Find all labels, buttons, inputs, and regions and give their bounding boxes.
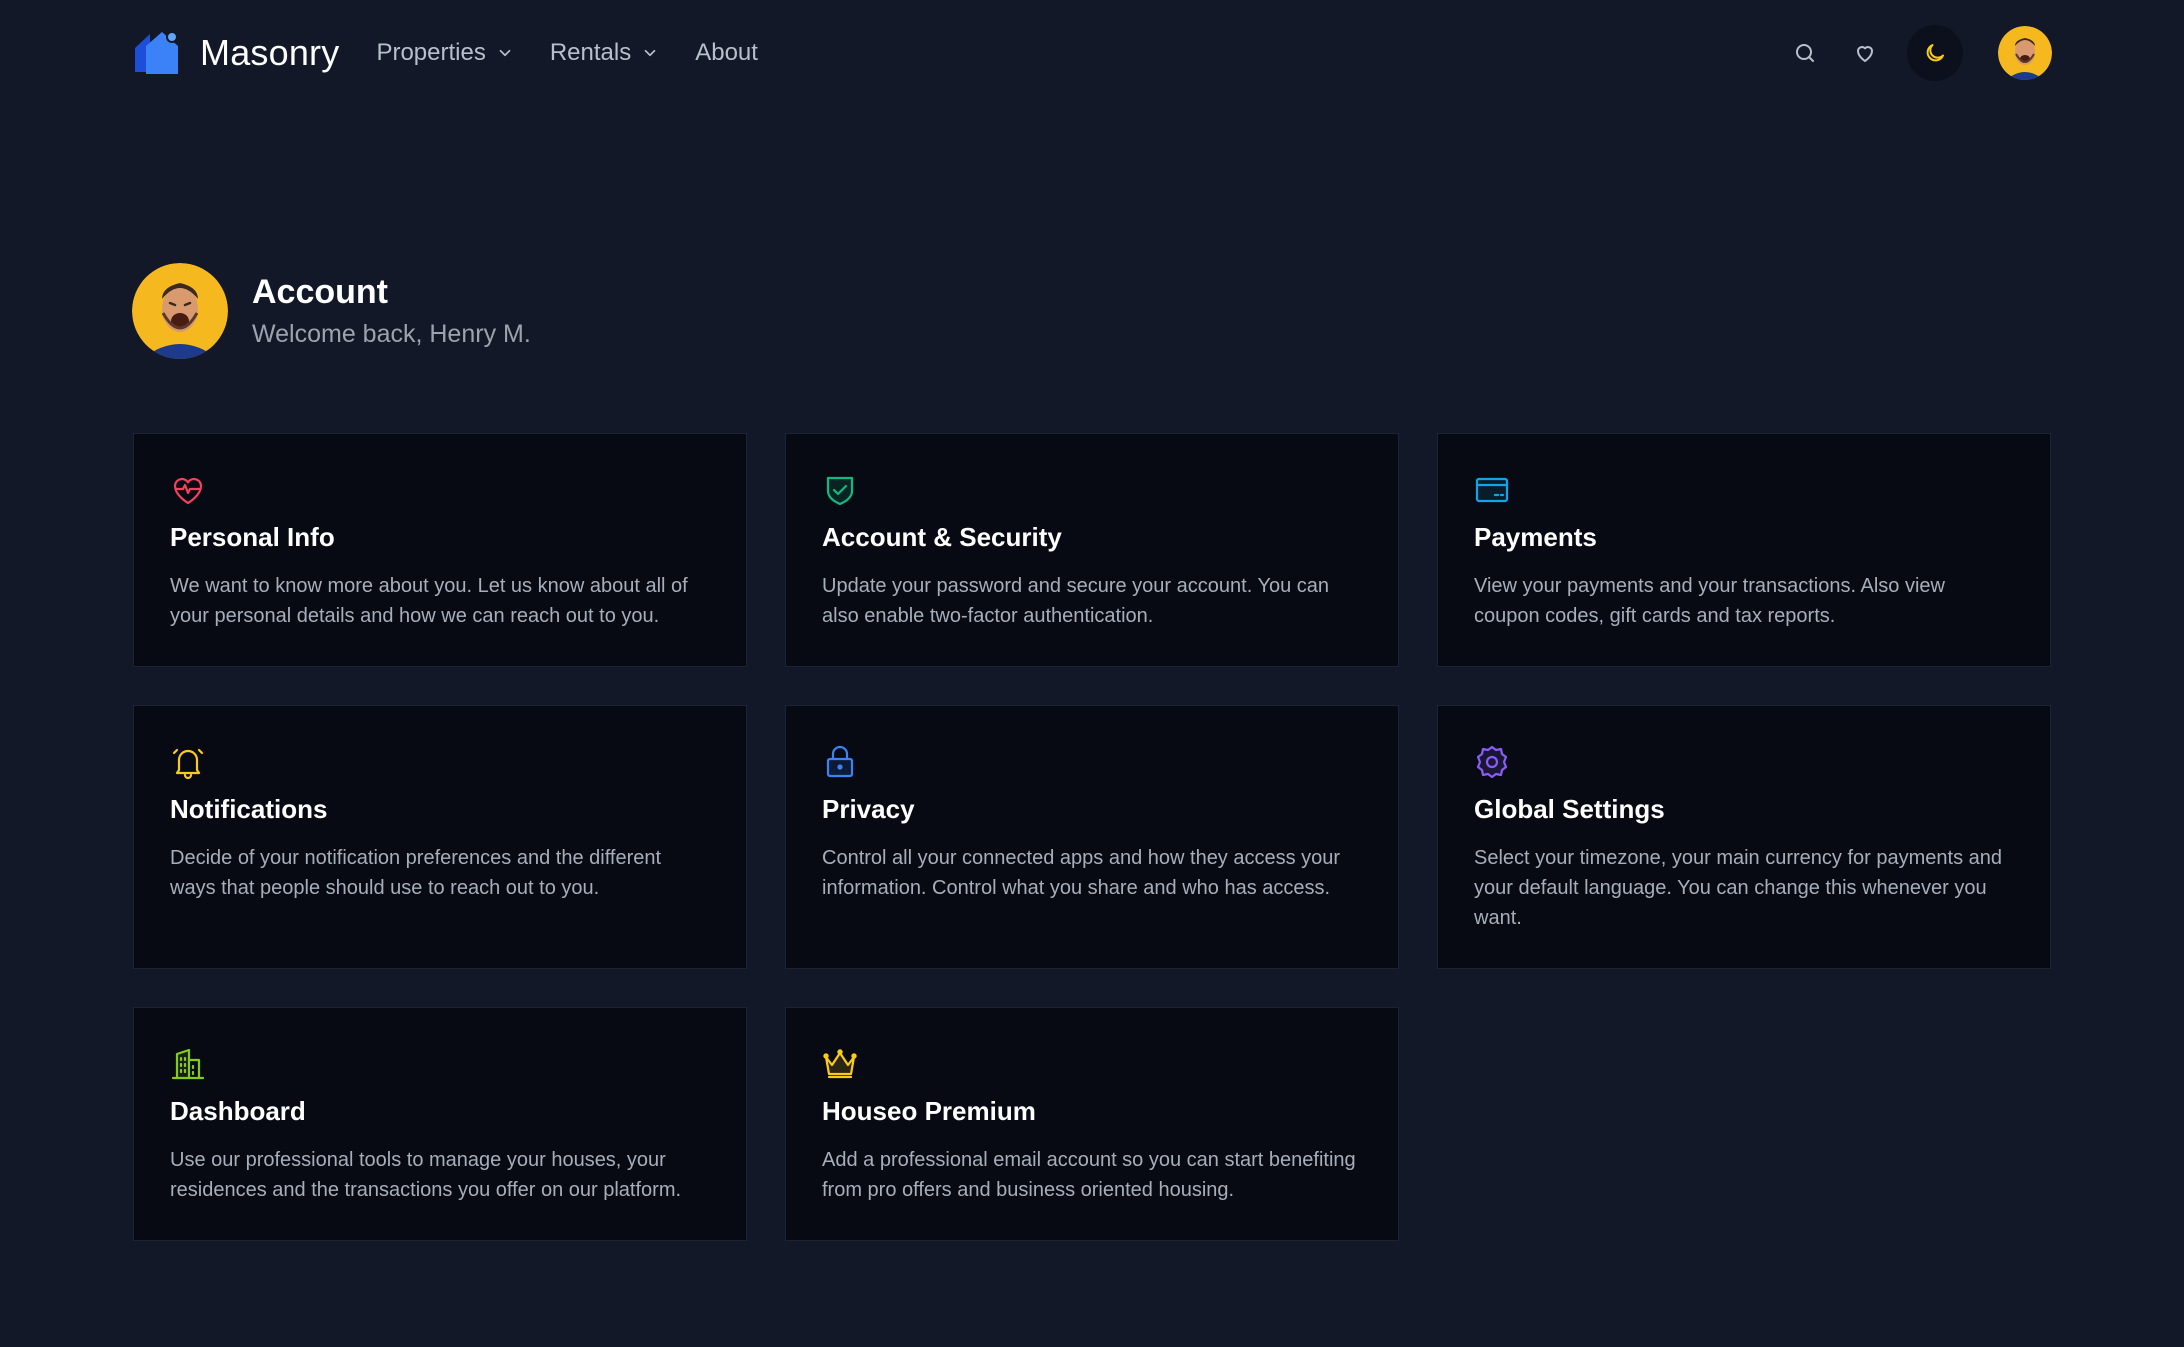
building-icon	[170, 1046, 206, 1082]
card-description: Use our professional tools to manage you…	[170, 1149, 682, 1201]
account-heading: Account Welcome back, Henry M.	[252, 273, 531, 349]
crown-icon	[822, 1046, 858, 1082]
card-title: Personal Info	[170, 522, 335, 552]
nav-rentals[interactable]: Rentals	[550, 39, 659, 67]
card-personal-info[interactable]: Personal Info We want to know more about…	[133, 433, 747, 667]
card-title: Dashboard	[170, 1096, 306, 1126]
credit-card-icon	[1474, 472, 1510, 508]
card-global-settings[interactable]: Global Settings Select your timezone, yo…	[1437, 705, 2051, 969]
moon-icon	[1926, 43, 1944, 61]
house-logo-icon	[132, 28, 182, 78]
heart-pulse-icon	[170, 472, 206, 508]
avatar	[1998, 25, 2052, 80]
card-description: We want to know more about you. Let us k…	[170, 575, 688, 627]
search-icon	[1796, 43, 1814, 62]
card-description: Select your timezone, your main currency…	[1474, 847, 2003, 929]
card-payments[interactable]: Payments View your payments and your tra…	[1437, 433, 2051, 667]
theme-toggle-button[interactable]	[1907, 24, 1963, 81]
nav-links: Properties Rentals About	[376, 39, 757, 67]
card-houseo-premium[interactable]: Houseo Premium Add a professional email …	[785, 1007, 1399, 1241]
card-notifications[interactable]: Notifications Decide of your notificatio…	[133, 705, 747, 969]
favorites-button[interactable]	[1845, 33, 1885, 73]
card-privacy[interactable]: Privacy Control all your connected apps …	[785, 705, 1399, 969]
nav-rentals-label: Rentals	[549, 38, 632, 66]
card-description: View your payments and your transactions…	[1474, 575, 1945, 627]
account-header: Account Welcome back, Henry M.	[132, 263, 531, 359]
shield-check-icon	[822, 472, 858, 508]
bell-icon	[170, 744, 206, 780]
brand-name: Masonry	[200, 31, 340, 73]
nav-about-label: About	[695, 38, 758, 66]
heart-icon	[1857, 45, 1873, 62]
card-title: Payments	[1474, 522, 1597, 552]
card-title: Houseo Premium	[822, 1096, 1036, 1126]
navbar: Masonry Properties Rentals About	[0, 0, 2184, 105]
card-title: Account & Security	[822, 522, 1062, 552]
user-avatar-button[interactable]	[1998, 25, 2052, 80]
nav-actions	[1785, 24, 2052, 81]
card-title: Privacy	[822, 794, 915, 824]
card-title: Global Settings	[1474, 794, 1665, 824]
brand-link[interactable]: Masonry	[132, 28, 339, 78]
chevron-down-icon	[644, 49, 656, 56]
card-description: Decide of your notification preferences …	[170, 847, 662, 899]
nav-properties[interactable]: Properties	[376, 39, 513, 67]
card-description: Control all your connected apps and how …	[822, 847, 1341, 899]
card-description: Update your password and secure your acc…	[822, 575, 1329, 627]
account-avatar	[132, 263, 228, 359]
search-button[interactable]	[1785, 33, 1825, 73]
nav-about[interactable]: About	[695, 39, 758, 67]
lock-icon	[822, 744, 858, 780]
card-description: Add a professional email account so you …	[822, 1149, 1356, 1201]
card-dashboard[interactable]: Dashboard Use our professional tools to …	[133, 1007, 747, 1241]
card-title: Notifications	[170, 794, 328, 824]
page-title: Account	[252, 272, 388, 311]
chevron-down-icon	[499, 49, 511, 56]
welcome-message: Welcome back, Henry M.	[252, 320, 531, 349]
gear-icon	[1474, 744, 1510, 780]
nav-properties-label: Properties	[376, 38, 486, 66]
page: Masonry Properties Rentals About Account…	[0, 0, 2184, 1347]
card-account-security[interactable]: Account & Security Update your password …	[785, 433, 1399, 667]
